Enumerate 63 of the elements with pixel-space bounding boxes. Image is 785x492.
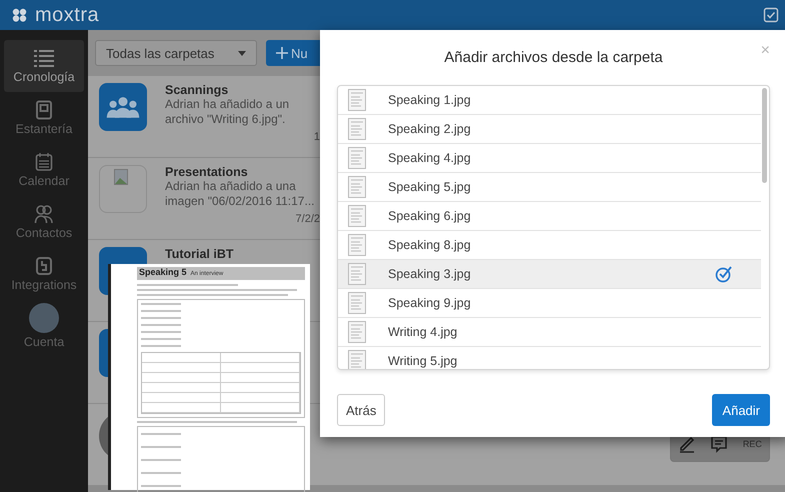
file-name: Speaking 8.jpg <box>388 238 472 252</box>
dialog-title: Añadir archivos desde la carpeta <box>444 49 663 66</box>
file-row[interactable]: Speaking 9.jpg <box>338 289 761 318</box>
square-icon <box>35 100 53 120</box>
document-title: Speaking 5 <box>139 267 187 277</box>
calendar-icon <box>35 152 53 172</box>
integration-icon <box>35 256 53 276</box>
file-row[interactable]: Speaking 6.jpg <box>338 202 761 231</box>
broken-image-icon <box>114 169 128 185</box>
file-row[interactable]: Speaking 1.jpg <box>338 86 761 115</box>
feed-date: 7/2/2 <box>296 213 320 225</box>
file-thumbnail-icon <box>348 89 366 111</box>
file-name: Speaking 2.jpg <box>388 122 472 136</box>
feed-title: Scannings <box>165 83 230 97</box>
sidebar-label: Cronología <box>13 70 75 84</box>
file-name: Speaking 6.jpg <box>388 209 472 223</box>
scrollbar[interactable] <box>762 88 767 183</box>
feed-date: 1 <box>314 131 320 143</box>
file-thumbnail-icon <box>348 234 366 256</box>
file-thumbnail-icon <box>348 205 366 227</box>
sidebar-label: Cuenta <box>24 335 64 349</box>
comment-icon[interactable] <box>710 435 728 453</box>
check-square-icon[interactable] <box>763 7 779 23</box>
file-row[interactable]: Speaking 2.jpg <box>338 115 761 144</box>
list-icon <box>33 48 55 68</box>
file-name: Writing 5.jpg <box>388 354 458 368</box>
sidebar-label: Calendar <box>18 174 70 188</box>
plus-icon <box>276 47 288 59</box>
file-thumbnail-icon <box>348 263 366 285</box>
feed-text: Adrian ha añadido a una imagen "06/02/2016 11:17... <box>165 179 316 209</box>
file-thumbnail-icon <box>348 292 366 314</box>
check-icon <box>715 265 733 283</box>
file-name: Speaking 4.jpg <box>388 151 472 165</box>
sidebar-item[interactable]: Cronología <box>4 40 84 92</box>
group-avatar <box>99 83 147 131</box>
pencil-icon[interactable] <box>678 435 696 453</box>
file-name: Writing 4.jpg <box>388 325 458 339</box>
back-button[interactable]: Atrás <box>337 394 386 426</box>
feed-title: Presentations <box>165 165 249 179</box>
file-row[interactable]: Speaking 3.jpg <box>338 260 761 289</box>
file-name: Speaking 5.jpg <box>388 180 472 194</box>
file-name: Speaking 3.jpg <box>388 267 472 281</box>
file-name: Speaking 1.jpg <box>388 93 472 107</box>
add-button[interactable]: Añadir <box>712 394 770 426</box>
folder-dropdown[interactable]: Todas las carpetas <box>95 40 257 66</box>
avatar-icon <box>29 303 59 333</box>
feed-text: Adrian ha añadido a un archivo "Writing 6.jpg". <box>165 97 290 127</box>
file-row[interactable]: Writing 5.jpg <box>338 347 761 369</box>
file-thumbnail-icon <box>348 147 366 169</box>
file-thumbnail-icon <box>348 118 366 140</box>
logo-text: moxtra <box>35 4 100 26</box>
sidebar-label: Estantería <box>16 122 72 136</box>
file-thumbnail-icon <box>348 321 366 343</box>
sidebar-label: Contactos <box>16 226 72 240</box>
file-row[interactable]: Speaking 4.jpg <box>338 144 761 173</box>
file-name: Speaking 9.jpg <box>388 296 472 310</box>
feed-title: Tutorial iBT <box>165 247 235 261</box>
sidebar-label: Integrations <box>11 278 77 292</box>
people-icon <box>34 204 54 224</box>
file-row[interactable]: Writing 4.jpg <box>338 318 761 347</box>
caret-icon <box>238 50 246 56</box>
file-thumbnail-icon <box>348 176 366 198</box>
file-row[interactable]: Speaking 5.jpg <box>338 173 761 202</box>
